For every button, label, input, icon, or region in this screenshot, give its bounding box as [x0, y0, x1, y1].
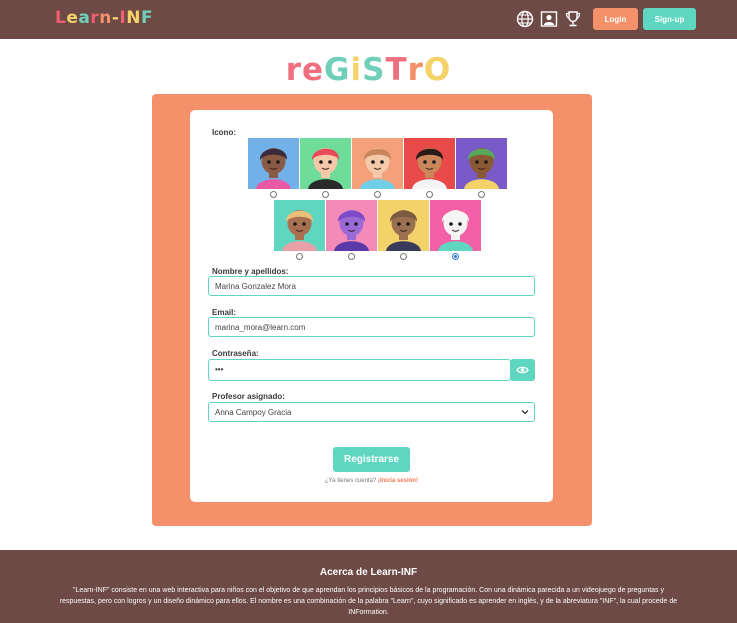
logo-letter: e — [66, 8, 79, 28]
avatar-option-6[interactable] — [274, 200, 325, 251]
logo-letter: n — [99, 8, 112, 28]
avatar-radio-8[interactable] — [400, 253, 407, 260]
email-label: Email: — [212, 308, 237, 317]
title-letter: i — [350, 52, 363, 88]
login-prompt: ¿Ya tienes cuenta? ¡Inicia sesión! — [190, 478, 553, 484]
profile-icon[interactable] — [540, 10, 558, 28]
logo-letter: N — [126, 8, 141, 28]
globe-icon[interactable] — [516, 10, 534, 28]
logo-letter: L — [55, 8, 67, 28]
show-password-button[interactable] — [510, 359, 535, 381]
top-navbar: Learn-INF Login Sign-up — [0, 0, 737, 39]
avatar-radio-7[interactable] — [348, 253, 355, 260]
title-letter: r — [285, 52, 303, 88]
teacher-select[interactable]: Anna Campoy Gracia — [208, 402, 535, 422]
avatar-option-5[interactable] — [456, 138, 507, 189]
avatar-radio-5[interactable] — [478, 191, 485, 198]
footer: Acerca de Learn-INF "Learn-INF" consiste… — [0, 550, 737, 623]
avatar-radio-9[interactable] — [452, 253, 459, 260]
title-letter: O — [423, 52, 452, 88]
page-title: reGiSTrO — [0, 52, 737, 88]
password-label: Contraseña: — [212, 349, 259, 358]
avatar-radio-4[interactable] — [426, 191, 433, 198]
title-letter: e — [302, 52, 325, 88]
avatar-option-4[interactable] — [404, 138, 455, 189]
title-letter: r — [407, 52, 424, 88]
register-button[interactable]: Registrarse — [333, 447, 410, 472]
logo-letter: F — [140, 8, 154, 28]
avatar-option-7[interactable] — [326, 200, 377, 251]
signup-button[interactable]: Sign-up — [643, 8, 696, 30]
title-letter: T — [385, 52, 408, 88]
email-input[interactable]: marina_mora@learn.com — [208, 317, 535, 337]
teacher-label: Profesor asignado: — [212, 392, 285, 401]
avatar-radio-6[interactable] — [296, 253, 303, 260]
icon-label: Icono: — [212, 128, 236, 137]
avatar-option-9[interactable] — [430, 200, 481, 251]
eye-icon — [516, 366, 529, 374]
avatar-option-1[interactable] — [248, 138, 299, 189]
avatar-option-3[interactable] — [352, 138, 403, 189]
login-button[interactable]: Login — [593, 8, 638, 30]
logo-letter: r — [90, 8, 100, 28]
chevron-down-icon — [521, 410, 529, 415]
password-input[interactable]: ••• — [208, 359, 511, 381]
name-label: Nombre y apellidos: — [212, 267, 289, 276]
avatar-radio-2[interactable] — [322, 191, 329, 198]
logo-letter: I — [119, 8, 127, 28]
title-letter: S — [362, 52, 386, 88]
avatar-radio-1[interactable] — [270, 191, 277, 198]
logo-letter: - — [111, 8, 120, 28]
avatar-option-8[interactable] — [378, 200, 429, 251]
name-input[interactable]: Marina Gonzalez Mora — [208, 276, 535, 296]
trophy-icon[interactable] — [564, 10, 582, 28]
title-letter: G — [324, 52, 351, 88]
learn-inf-logo[interactable]: Learn-INF — [55, 8, 153, 28]
avatar-radio-3[interactable] — [374, 191, 381, 198]
have-account-text: ¿Ya tienes cuenta? — [325, 478, 377, 484]
avatar-option-2[interactable] — [300, 138, 351, 189]
logo-letter: a — [78, 8, 91, 28]
login-link[interactable]: ¡Inicia sesión! — [378, 478, 418, 484]
footer-description: "Learn-INF" consiste en una web interact… — [59, 587, 678, 616]
footer-title: Acerca de Learn-INF — [319, 567, 418, 578]
